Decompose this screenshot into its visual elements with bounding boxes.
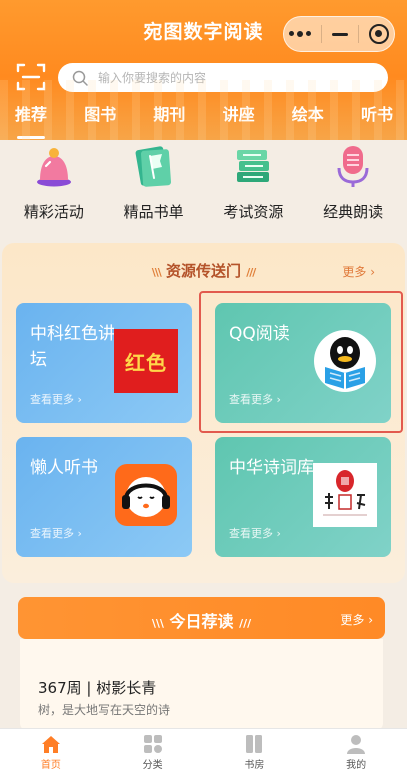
card-more-link[interactable]: 查看更多 › [229,525,281,541]
recommend-item-title: 367周 | 树影长青 [38,679,157,697]
poetry-database-logo [313,463,377,527]
title-decoration-right: /// [246,266,256,279]
minimize-icon[interactable] [332,32,348,36]
tab-journals[interactable]: 期刊 [153,104,185,134]
nav-category[interactable]: 分类 [102,729,204,771]
book-flag-icon [135,146,171,187]
quick-entry-label: 精彩活动 [23,203,84,221]
quick-entry-label: 经典朗读 [323,203,384,221]
resource-card-lazy-audio[interactable]: 懒人听书 查看更多 › [16,437,192,557]
nav-home[interactable]: 首页 [0,729,102,771]
home-icon [41,736,60,753]
trophy-bell-icon [36,148,71,187]
nav-study[interactable]: 书房 [204,729,306,771]
nav-label: 首页 [40,760,61,771]
resource-card-poetry[interactable]: 中华诗词库 查看更多 › [215,437,391,557]
nav-mine[interactable]: 我的 [305,729,407,771]
quick-entries: 精彩活动 精品书单 考试资源 经典朗读 [0,140,407,236]
red-lecture-logo: 红色 [114,329,178,393]
card-more-link[interactable]: 查看更多 › [30,525,82,541]
bookshelf-icon [246,735,263,753]
search-bar[interactable] [58,63,388,92]
header: 宛图数字阅读 推荐 图书 期刊 讲座 绘本 听书 [0,0,407,140]
quick-entry-label: 考试资源 [223,203,284,221]
recommend-item-subtitle: 树，是大地写在天空的诗 [38,703,171,717]
today-title: \\\ 今日荐读 /// [151,612,252,631]
highlight-box [199,291,403,433]
tab-lectures[interactable]: 讲座 [223,104,255,134]
quick-entry-activities[interactable]: 精彩活动 [5,140,103,236]
tab-books[interactable]: 图书 [84,104,116,134]
nav-label: 分类 [142,760,163,771]
portal-more-link[interactable]: 更多 › [342,263,375,280]
more-options-icon[interactable] [289,31,311,37]
resource-card-red-lecture[interactable]: 中科红色讲坛 查看更多 › 红色 [16,303,192,423]
today-more-link[interactable]: 更多 › [340,611,373,628]
today-recommend-card[interactable]: 367周 | 树影长青 树，是大地写在天空的诗 [20,639,383,731]
search-icon [72,70,88,86]
card-more-link[interactable]: 查看更多 › [30,391,82,407]
mini-program-capsule [283,16,395,52]
today-recommend-header: \\\ 今日荐读 /// 更多 › [18,597,385,639]
quick-entry-label: 精品书单 [123,203,184,221]
tab-picture-books[interactable]: 绘本 [292,104,324,134]
books-stack-icon [237,150,270,182]
user-icon [347,735,366,754]
quick-entry-exam[interactable]: 考试资源 [204,140,302,236]
tab-audiobooks[interactable]: 听书 [361,104,393,134]
microphone-icon [337,146,369,187]
bottom-navigation: 首页 分类 书房 我的 [0,728,407,771]
nav-label: 书房 [244,760,265,771]
scan-icon[interactable] [16,62,46,92]
tab-recommend[interactable]: 推荐 [15,104,47,139]
category-tabs: 推荐 图书 期刊 讲座 绘本 听书 [0,104,407,139]
close-target-icon[interactable] [369,24,389,44]
quick-entry-booklists[interactable]: 精品书单 [105,140,203,236]
search-input[interactable] [98,70,338,85]
title-decoration-left: \\\ [151,266,162,279]
quick-entry-reading[interactable]: 经典朗读 [304,140,402,236]
nav-label: 我的 [346,760,367,771]
lazy-audio-logo [115,464,177,526]
category-icon [143,735,162,753]
